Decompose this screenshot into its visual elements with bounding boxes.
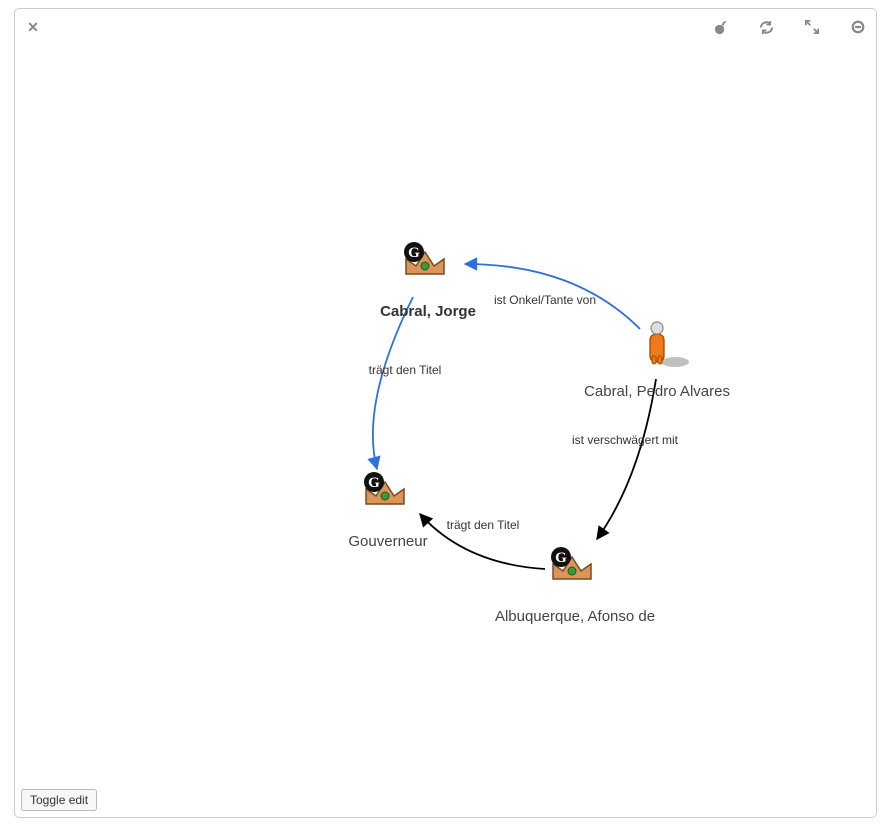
edge: ist verschwägert mit [572,379,679,539]
node-gouv[interactable]: G Gouverneur [348,472,427,550]
edge-path [373,297,413,469]
edge-label: ist verschwägert mit [572,433,679,447]
node-jorge[interactable]: G Cabral, Jorge [380,242,476,320]
node-label: Cabral, Jorge [380,303,476,320]
toggle-edit-button[interactable]: Toggle edit [21,789,97,811]
node-label: Gouverneur [348,533,427,550]
edge-label: trägt den Titel [447,518,520,532]
edge-path [597,379,656,539]
node-label: Cabral, Pedro Alvares [584,383,730,400]
edge-label: ist Onkel/Tante von [494,293,596,307]
node-label: Albuquerque, Afonso de [495,608,655,625]
edge-label: trägt den Titel [369,363,442,377]
svg-text:G: G [408,245,420,261]
person-icon [650,322,689,367]
svg-text:G: G [555,550,567,566]
edge: trägt den Titel [369,297,442,469]
edge: ist Onkel/Tante von [465,264,640,329]
crown-icon: G [551,547,591,579]
crown-icon: G [364,472,404,504]
edge: trägt den Titel [420,514,545,569]
svg-text:G: G [368,475,380,491]
graph-panel: ✕ G [14,8,877,818]
graph-canvas[interactable]: G ist Onkel/Tante von trägt den Titel ist … [15,9,878,819]
node-afonso[interactable]: G Albuquerque, Afonso de [495,547,655,625]
node-pedro[interactable]: Cabral, Pedro Alvares [584,322,730,400]
crown-icon: G [404,242,444,274]
